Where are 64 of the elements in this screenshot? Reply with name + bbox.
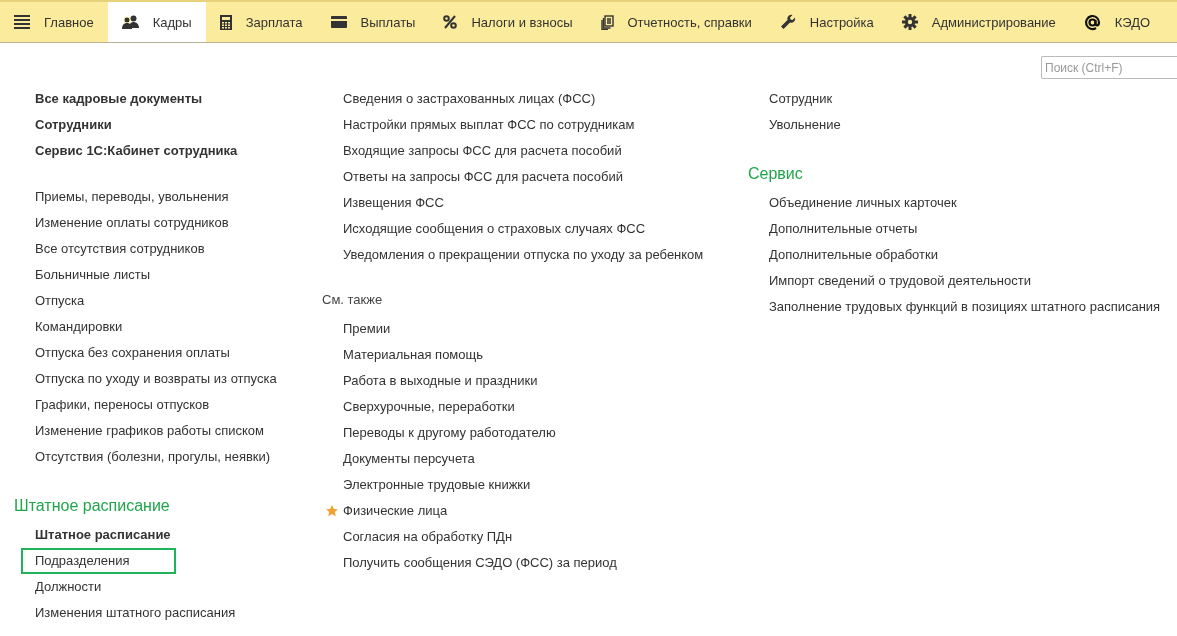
menu-link[interactable]: Больничные листы: [35, 262, 151, 288]
documents-icon: [600, 14, 614, 30]
menu-link[interactable]: Импорт сведений о трудовой деятельности: [769, 268, 1031, 294]
section-tab[interactable]: Отчетность, справки: [586, 2, 766, 42]
menu-link[interactable]: Физические лица: [343, 498, 448, 524]
menu-link[interactable]: Получить сообщения СЭДО (ФСС) за период: [343, 550, 617, 576]
menu-link[interactable]: Сервис 1С:Кабинет сотрудника: [35, 138, 238, 164]
section-tab[interactable]: Администрирование: [887, 2, 1070, 42]
menu-link[interactable]: Отсутствия (болезни, прогулы, неявки): [35, 444, 271, 470]
menu-link[interactable]: Все отсутствия сотрудников: [35, 236, 205, 262]
menu-link[interactable]: Премии: [343, 316, 391, 342]
menu-link[interactable]: Сотрудник: [769, 86, 833, 112]
people-icon: [121, 15, 139, 29]
menu-link[interactable]: Электронные трудовые книжки: [343, 472, 531, 498]
menu-link[interactable]: Заполнение трудовых функций в позициях штатного расписания: [769, 294, 1161, 320]
menu-link[interactable]: Приемы, переводы, увольнения: [35, 184, 229, 210]
section-tab[interactable]: Зарплата: [205, 2, 317, 42]
menu-link[interactable]: Командировки: [35, 314, 123, 340]
section-tab[interactable]: Настройка: [765, 2, 888, 42]
section-tab[interactable]: КЭДО: [1069, 2, 1165, 42]
menu-icon: [14, 15, 30, 29]
menu-link[interactable]: Изменение графиков работы списком: [35, 418, 264, 444]
menu-link[interactable]: Сведения о застрахованных лицах (ФСС): [343, 86, 596, 112]
percent-icon: [443, 15, 458, 29]
settings-icon: [901, 14, 918, 30]
menu-link[interactable]: Изменение оплаты сотрудников: [35, 210, 229, 236]
menu-link[interactable]: Исходящие сообщения о страховых случаях ФСС: [343, 216, 646, 242]
section-tab[interactable]: Налоги и взносы: [429, 2, 587, 42]
menu-link[interactable]: Должности: [35, 574, 102, 600]
section-tab[interactable]: Кадры: [107, 2, 206, 42]
menu-link[interactable]: Отпуска: [35, 288, 85, 314]
menu-link[interactable]: Сверхурочные, переработки: [343, 394, 515, 420]
section-heading: Сервис: [748, 164, 804, 184]
section-tab[interactable]: Главное: [0, 2, 108, 42]
menu-link[interactable]: Штатное расписание: [35, 522, 171, 548]
wrench-icon: [779, 14, 796, 30]
menu-link[interactable]: Материальная помощь: [343, 342, 483, 368]
menu-link[interactable]: Изменения штатного расписания: [35, 600, 236, 626]
menu-link[interactable]: Сотрудники: [35, 112, 112, 138]
section-heading: Штатное расписание: [14, 496, 171, 516]
menu-link[interactable]: Документы персучета: [343, 446, 475, 472]
menu-link[interactable]: Переводы к другому работодателю: [343, 420, 556, 446]
menu-link[interactable]: Дополнительные обработки: [769, 242, 938, 268]
menu-link[interactable]: Увольнение: [769, 112, 841, 138]
menu-link[interactable]: Настройки прямых выплат ФСС по сотрудникам: [343, 112, 635, 138]
section-heading: См. также: [322, 291, 384, 309]
menu-link[interactable]: Согласия на обработку ПДн: [343, 524, 513, 550]
search-field[interactable]: Поиск (Ctrl+F): [1041, 56, 1177, 79]
at-sign-icon: [1083, 13, 1101, 31]
menu-link[interactable]: Извещения ФСС: [343, 190, 444, 216]
calculator-icon: [219, 14, 232, 30]
menu-link[interactable]: Графики, переносы отпусков: [35, 392, 210, 418]
menu-link[interactable]: Объединение личных карточек: [769, 190, 957, 216]
menu-link[interactable]: Ответы на запросы ФСС для расчета пособий: [343, 164, 623, 190]
menu-link[interactable]: Отпуска по уходу и возвраты из отпуска: [35, 366, 277, 392]
menu-link[interactable]: Отпуска без сохранения оплаты: [35, 340, 230, 366]
menu-link[interactable]: Дополнительные отчеты: [769, 216, 918, 242]
menu-link[interactable]: Уведомления о прекращении отпуска по уходу за ребенком: [343, 242, 704, 268]
card-icon: [330, 16, 347, 28]
menu-link[interactable]: Работа в выходные и праздники: [343, 368, 538, 394]
menu-link[interactable]: Подразделения: [21, 548, 176, 574]
menu-link[interactable]: Все кадровые документы: [35, 86, 203, 112]
menu-link[interactable]: Входящие запросы ФСС для расчета пособий: [343, 138, 622, 164]
section-tab[interactable]: Выплаты: [316, 2, 430, 42]
